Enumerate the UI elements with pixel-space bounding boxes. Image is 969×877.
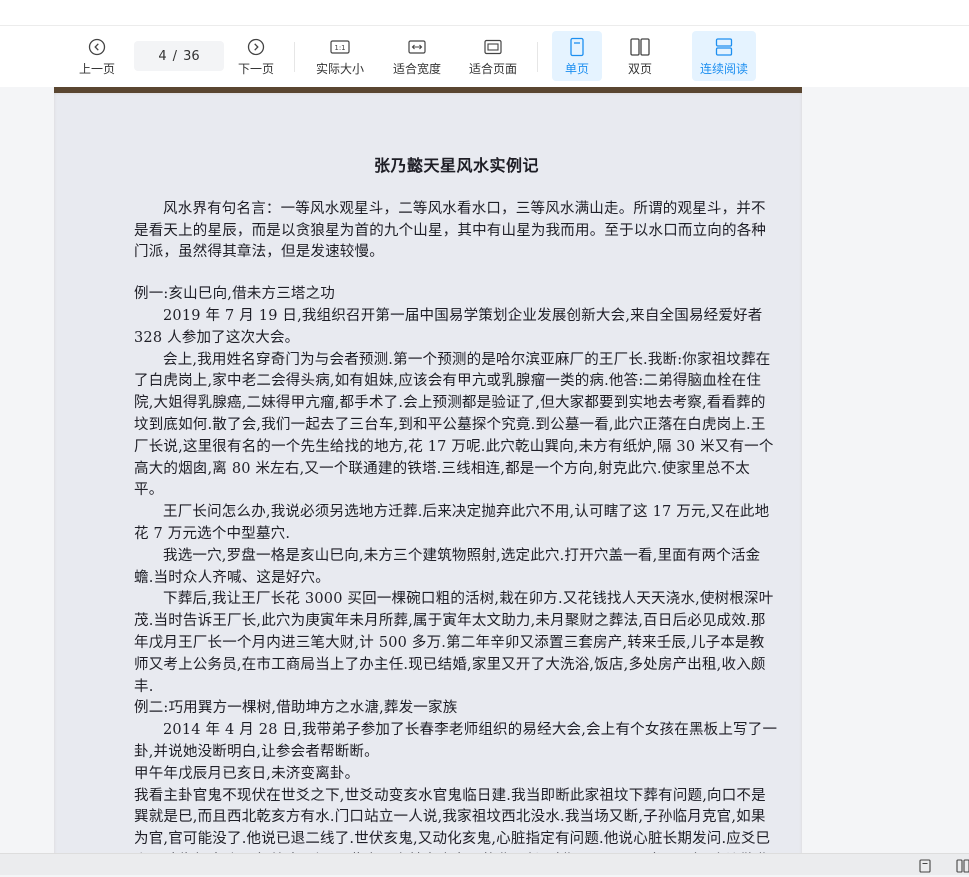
continuous-reading-label: 连续阅读 bbox=[699, 61, 748, 76]
viewer-toolbar: 上一页 4 / 36 下一页 1:1 实际大小 适合宽度 适合页面 单页 双页 … bbox=[0, 26, 969, 87]
page-top-edge bbox=[54, 87, 802, 93]
document-paragraph: 2014 年 4 月 28 日,我带弟子参加了长春李老师组织的易经大会,会上有个… bbox=[134, 722, 778, 760]
double-page-label: 双页 bbox=[627, 61, 652, 76]
document-paragraph: 会上,我用姓名穿奇门为与会者预测.第一个预测的是哈尔滨亚麻厂的王厂长.我断:你家… bbox=[134, 351, 774, 499]
actual-size-icon: 1:1 bbox=[329, 36, 351, 58]
single-page-icon bbox=[569, 36, 585, 58]
actual-size-label: 实际大小 bbox=[315, 61, 364, 76]
chevron-left-circle-icon bbox=[88, 36, 106, 58]
svg-text:1:1: 1:1 bbox=[334, 44, 345, 52]
document-paragraph: 我看主卦官鬼不现伏在世爻之下,世爻动变亥水官鬼临日建.我当即断此家祖坟下葬有问题… bbox=[134, 787, 771, 853]
next-page-button[interactable]: 下一页 bbox=[229, 31, 283, 81]
chevron-right-circle-icon bbox=[247, 36, 265, 58]
document-viewport[interactable]: 张乃懿天星风水实例记 风水界有句名言：一等风水观星斗，二等风水看水口，三等风水满… bbox=[0, 87, 969, 853]
document-paragraph: 风水界有句名言：一等风水观星斗，二等风水看水口，三等风水满山走。所谓的观星斗，并… bbox=[134, 200, 767, 261]
page-content: 张乃懿天星风水实例记 风水界有句名言：一等风水观星斗，二等风水看水口，三等风水满… bbox=[134, 151, 779, 853]
continuous-reading-button[interactable]: 连续阅读 bbox=[692, 31, 756, 81]
document-paragraph: 2019 年 7 月 19 日,我组织召开第一届中国易学策划企业发展创新大会,来… bbox=[134, 307, 763, 346]
double-page-icon[interactable] bbox=[956, 858, 969, 873]
prev-page-button[interactable]: 上一页 bbox=[70, 31, 124, 81]
fit-page-icon bbox=[483, 36, 503, 58]
toolbar-divider bbox=[294, 42, 295, 72]
page-icon[interactable] bbox=[918, 858, 932, 873]
document-paragraph: 下葬后,我让王厂长花 3000 买回一棵碗口粗的活树,栽在卯方.又花钱找人天天浇… bbox=[134, 591, 774, 695]
document-paragraph: 例二:巧用巽方一棵树,借助坤方之水溏,葬发一家族 bbox=[134, 700, 458, 717]
next-page-label: 下一页 bbox=[237, 61, 274, 76]
single-page-button[interactable]: 单页 bbox=[552, 31, 602, 81]
double-page-button[interactable]: 双页 bbox=[614, 31, 666, 81]
document-paragraph: 我选一穴,罗盘一格是亥山巳向,未方三个建筑物照射,选定此穴.打开穴盖一看,里面有… bbox=[134, 547, 761, 586]
toolbar-divider bbox=[537, 42, 538, 72]
current-page: 4 bbox=[158, 48, 167, 64]
fit-page-button[interactable]: 适合页面 bbox=[462, 31, 524, 81]
fit-width-button[interactable]: 适合宽度 bbox=[386, 31, 448, 81]
window-top-strip bbox=[0, 0, 969, 26]
fit-width-label: 适合宽度 bbox=[392, 61, 441, 76]
single-page-label: 单页 bbox=[564, 61, 589, 76]
double-page-icon bbox=[629, 36, 651, 58]
document-paragraph: 例一:亥山巳向,借未方三塔之功 bbox=[134, 286, 335, 303]
document-page: 张乃懿天星风水实例记 风水界有句名言：一等风水观星斗，二等风水看水口，三等风水满… bbox=[54, 87, 802, 853]
document-paragraph: 王厂长问怎么办,我说必须另选地方迁葬.后来决定抛弃此穴不用,认可瞎了这 17 万… bbox=[134, 504, 770, 542]
total-pages: 36 bbox=[183, 48, 200, 64]
fit-width-icon bbox=[407, 36, 427, 58]
continuous-scroll-icon bbox=[714, 36, 734, 58]
fit-page-label: 适合页面 bbox=[468, 61, 517, 76]
document-title: 张乃懿天星风水实例记 bbox=[373, 156, 539, 175]
document-paragraph: 甲午年戊辰月已亥日,未济变离卦。 bbox=[134, 765, 360, 782]
actual-size-button[interactable]: 1:1 实际大小 bbox=[308, 31, 372, 81]
page-separator: / bbox=[172, 48, 178, 64]
prev-page-label: 上一页 bbox=[78, 61, 115, 76]
status-bar bbox=[0, 853, 969, 875]
page-number-input[interactable]: 4 / 36 bbox=[134, 41, 224, 71]
paragraph-list: 风水界有句名言：一等风水观星斗，二等风水看水口，三等风水满山走。所谓的观星斗，并… bbox=[134, 199, 779, 853]
